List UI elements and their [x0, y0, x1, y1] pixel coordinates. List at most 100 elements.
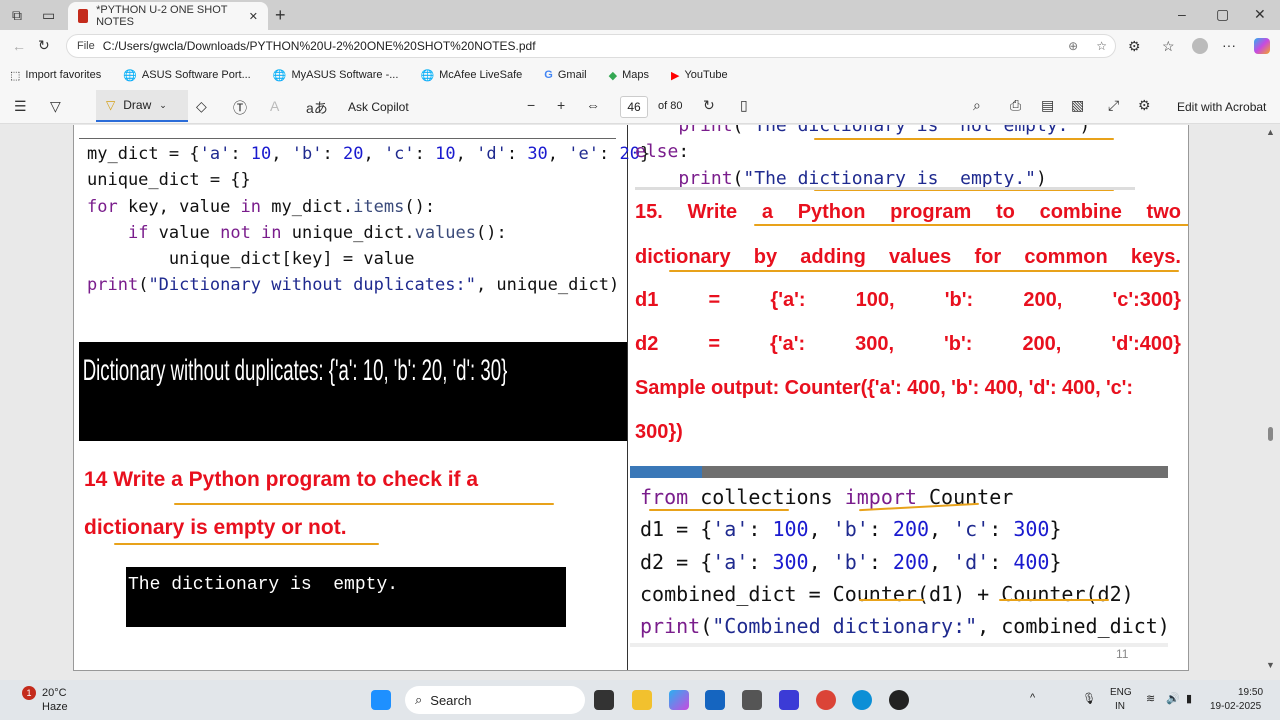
settings-icon[interactable]: ⚙	[1138, 97, 1151, 114]
code-bottom-border	[635, 187, 1135, 190]
save-as-icon[interactable]: ▧	[1071, 97, 1084, 114]
copilot-app-icon[interactable]	[669, 690, 689, 710]
code-token: 100	[772, 517, 809, 542]
word: 'b':	[944, 333, 973, 355]
code-token: , combined_dict)	[977, 614, 1170, 639]
draw-button[interactable]: ▽ Draw ⌄	[96, 90, 188, 122]
favorite-star-icon[interactable]: ☆	[1096, 39, 1107, 53]
code-token: 'c'	[953, 517, 990, 542]
bookmarks-bar: ⬚ Import favorites 🌐 ASUS Software Port...…	[0, 62, 1280, 88]
import-icon: ⬚	[10, 69, 21, 82]
sample-output-line1: Sample output: Counter({'a': 400, 'b': 4…	[635, 377, 1133, 399]
bookmark-youtube[interactable]: ▶ YouTube	[671, 69, 728, 82]
code-token: }	[1049, 549, 1062, 574]
zoom-in-icon[interactable]: +	[557, 97, 565, 113]
bookmark-asus[interactable]: 🌐 ASUS Software Port...	[123, 69, 251, 82]
lang-eng[interactable]: ENG	[1110, 687, 1132, 698]
eraser-icon[interactable]: ◇	[196, 98, 207, 115]
page-number-input[interactable]: 46	[620, 96, 648, 118]
clock-date[interactable]: 19-02-2025	[1210, 701, 1261, 712]
file-explorer-icon[interactable]	[632, 690, 652, 710]
annotation-underline	[814, 138, 1114, 140]
page-scrollbar[interactable]: ▲ ▼	[1265, 125, 1277, 673]
volume-icon[interactable]: 🔊	[1166, 692, 1180, 705]
code-token: 'a'	[712, 517, 749, 542]
code-token: )	[1079, 125, 1091, 136]
code-scrollbar-thumb[interactable]	[630, 466, 702, 478]
weather-desc[interactable]: Haze	[42, 701, 68, 713]
code-line: combined_dict = Counter(d1) + Counter(d2…	[640, 578, 1170, 610]
bookmark-gmail[interactable]: G Gmail	[544, 69, 586, 81]
workspaces-icon[interactable]: ⧉	[12, 7, 22, 24]
address-bar: ← ↻ File C:/Users/gwcla/Downloads/PYTHON…	[0, 30, 1280, 62]
scrollbar-thumb[interactable]	[1268, 427, 1273, 441]
task-view-icon[interactable]	[594, 690, 614, 710]
maximize-icon[interactable]: ▢	[1216, 6, 1229, 23]
profile-avatar[interactable]	[1192, 38, 1208, 54]
edit-with-acrobat-button[interactable]: Edit with Acrobat	[1177, 100, 1266, 114]
translate-icon[interactable]: aあ	[306, 98, 328, 118]
app-icon[interactable]	[742, 690, 762, 710]
ask-copilot-button[interactable]: Ask Copilot	[348, 100, 409, 114]
text-icon[interactable]: Ⓣ	[233, 98, 247, 118]
back-icon[interactable]: ←	[12, 38, 26, 54]
code-line: my_dict = {'a': 10, 'b': 20, 'c': 10, 'd…	[87, 141, 650, 167]
start-icon[interactable]	[371, 690, 391, 710]
microphone-icon[interactable]: 🎙	[1082, 692, 1096, 705]
code-line: print("Combined dictionary:", combined_d…	[640, 610, 1170, 642]
tab-pdf[interactable]: *PYTHON U-2 ONE SHOT NOTES ✕	[68, 2, 268, 30]
tray-chevron-icon[interactable]: ^	[1030, 692, 1035, 704]
highlight-icon[interactable]: ▽	[50, 98, 61, 115]
fullscreen-icon[interactable]: ⤢	[1108, 97, 1119, 114]
word: dictionary	[635, 246, 731, 268]
print-icon[interactable]: ⎙	[1010, 97, 1021, 114]
code-token: my_dict.	[261, 196, 354, 217]
globe-icon: 🌐	[123, 69, 137, 82]
scroll-down-icon[interactable]: ▼	[1266, 660, 1275, 670]
page-view-icon[interactable]: ▯	[740, 97, 748, 114]
app-icon[interactable]	[779, 690, 799, 710]
code-token: 20	[342, 144, 364, 164]
bookmark-maps[interactable]: ◆ Maps	[609, 69, 649, 82]
contents-icon[interactable]: ☰	[14, 98, 27, 115]
code-token: (	[138, 275, 149, 296]
bookmark-mcafee[interactable]: 🌐 McAfee LiveSafe	[420, 69, 522, 82]
url-input[interactable]: File C:/Users/gwcla/Downloads/PYTHON%20U…	[66, 34, 1116, 58]
tab-actions-icon[interactable]: ▭	[42, 7, 55, 24]
read-aloud-icon[interactable]: A	[270, 98, 279, 114]
chrome-icon[interactable]	[816, 690, 836, 710]
taskbar: 1 20°C Haze ⌕ Search ^ 🎙 ENG IN ≋ 🔊 ▮ 19:…	[0, 680, 1280, 720]
lang-in[interactable]: IN	[1115, 701, 1125, 712]
zoom-icon[interactable]: ⊕	[1068, 39, 1078, 53]
copilot-icon[interactable]	[1254, 38, 1270, 54]
search-icon[interactable]: ⌕	[973, 97, 981, 114]
scroll-up-icon[interactable]: ▲	[1266, 127, 1275, 137]
bookmark-myasus[interactable]: 🌐 MyASUS Software -...	[273, 69, 399, 82]
edge-icon[interactable]	[852, 690, 872, 710]
bookmark-import-favorites[interactable]: ⬚ Import favorites	[10, 69, 101, 82]
store-icon[interactable]	[705, 690, 725, 710]
close-tab-icon[interactable]: ✕	[249, 10, 258, 23]
taskbar-search[interactable]: ⌕ Search	[405, 686, 585, 714]
favorites-icon[interactable]: ☆	[1162, 38, 1175, 55]
extensions-icon[interactable]: ⚙	[1128, 38, 1141, 55]
url-text: C:/Users/gwcla/Downloads/PYTHON%20U-2%20…	[102, 39, 536, 53]
refresh-icon[interactable]: ↻	[38, 37, 50, 54]
more-icon[interactable]: ···	[1222, 37, 1236, 53]
zoom-out-icon[interactable]: −	[527, 97, 535, 113]
rotate-icon[interactable]: ↻	[703, 97, 715, 114]
close-window-icon[interactable]: ✕	[1254, 6, 1266, 23]
battery-icon[interactable]: ▮	[1186, 692, 1192, 705]
clock-time[interactable]: 19:50	[1238, 687, 1263, 698]
word: common	[1024, 246, 1108, 268]
wifi-icon[interactable]: ≋	[1146, 692, 1155, 705]
page-total: of 80	[658, 100, 683, 112]
code-token: )	[1036, 167, 1047, 189]
fit-page-icon[interactable]: ⇔	[586, 97, 600, 113]
minimize-icon[interactable]: –	[1178, 6, 1186, 22]
code-scrollbar[interactable]	[630, 466, 1168, 478]
weather-temp[interactable]: 20°C	[42, 687, 67, 699]
save-icon[interactable]: ▤	[1041, 97, 1054, 114]
obs-icon[interactable]	[889, 690, 909, 710]
new-tab-icon[interactable]: +	[275, 5, 286, 26]
